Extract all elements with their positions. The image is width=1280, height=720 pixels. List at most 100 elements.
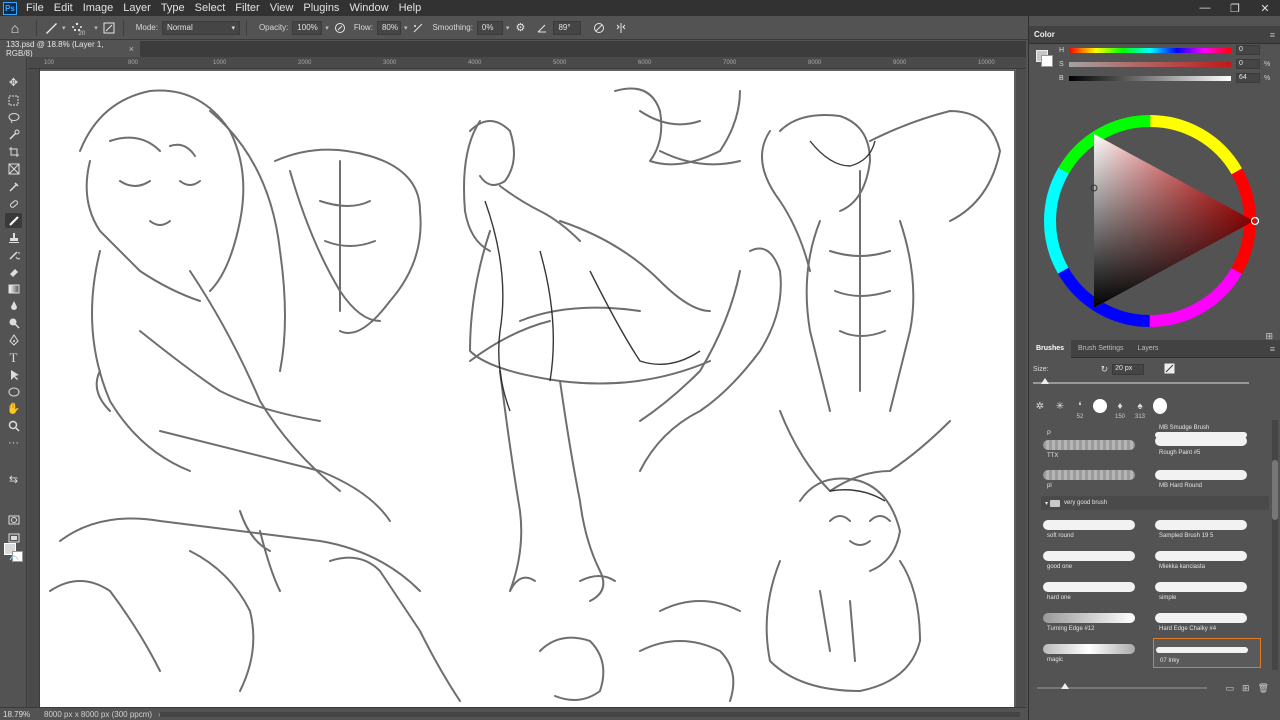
hue-value[interactable]: 0 — [1236, 45, 1260, 55]
chevron-down-icon[interactable]: ▾ — [506, 24, 510, 32]
brush-item[interactable]: TTX — [1041, 434, 1149, 464]
brush-item[interactable]: soft round — [1041, 514, 1149, 544]
chevron-down-icon[interactable]: ▾ — [62, 24, 66, 32]
brush-item[interactable]: good one — [1041, 545, 1149, 575]
saturation-slider[interactable] — [1069, 61, 1231, 67]
new-brush-icon[interactable]: ⊞ — [1242, 683, 1250, 694]
brush-item[interactable]: pl — [1041, 464, 1149, 494]
marquee-tool-icon[interactable] — [5, 93, 22, 108]
brush-item-selected[interactable]: 07 Inky — [1153, 638, 1261, 668]
type-tool-icon[interactable]: T — [5, 350, 22, 365]
size-field[interactable]: 20 px — [1112, 363, 1145, 375]
brush-tool-icon[interactable] — [43, 20, 59, 36]
home-icon[interactable]: ⌂ — [0, 20, 30, 36]
gear-icon[interactable]: ⚙ — [512, 20, 528, 36]
frame-tool-icon[interactable] — [5, 161, 22, 176]
size-slider-thumb[interactable] — [1041, 378, 1049, 384]
brush-preset-round[interactable] — [1153, 398, 1167, 414]
color-wheel[interactable] — [1039, 110, 1261, 332]
move-tool-icon[interactable]: ✥ — [5, 75, 22, 90]
menu-type[interactable]: Type — [156, 0, 190, 16]
menu-layer[interactable]: Layer — [118, 0, 156, 16]
reset-icon[interactable]: ↻ — [1101, 364, 1109, 375]
brush-preset-icon[interactable]: ✲ — [1033, 398, 1047, 414]
trash-icon[interactable]: 🗑 — [1258, 683, 1269, 694]
brush-item[interactable]: MB Hard Round — [1153, 464, 1261, 494]
ellipse-tool-icon[interactable] — [5, 384, 22, 399]
brush-group-row[interactable]: ▾ very good brush — [1041, 496, 1269, 510]
menu-window[interactable]: Window — [344, 0, 393, 16]
brush-preset-icon[interactable]: ✳ — [1053, 398, 1067, 414]
menu-filter[interactable]: Filter — [230, 0, 264, 16]
menu-file[interactable]: File — [21, 0, 49, 16]
screen-mode-icon[interactable] — [5, 530, 22, 545]
gradient-tool-icon[interactable] — [5, 281, 22, 296]
background-swatch[interactable] — [1041, 55, 1053, 67]
mode-select[interactable]: Normal ▾ — [161, 20, 240, 35]
brush-item[interactable]: Sampled Brush 19 5 — [1153, 514, 1261, 544]
quick-mask-icon[interactable] — [5, 512, 22, 527]
angle-field[interactable]: 89° — [553, 20, 582, 35]
brush-preset-icon[interactable]: ♦ 150 — [1113, 398, 1127, 421]
path-selection-tool-icon[interactable] — [5, 367, 22, 382]
brush-settings-toggle-icon[interactable] — [101, 20, 117, 36]
airbrush-icon[interactable] — [410, 20, 426, 36]
swap-colors-icon[interactable]: ⇆ — [5, 472, 22, 487]
scrollbar-thumb[interactable] — [1272, 460, 1278, 520]
horizontal-scrollbar[interactable] — [160, 712, 1020, 717]
brush-item[interactable]: hard one — [1041, 576, 1149, 606]
history-brush-tool-icon[interactable] — [5, 247, 22, 262]
menu-select[interactable]: Select — [190, 0, 231, 16]
hue-slider[interactable] — [1069, 47, 1231, 53]
lasso-tool-icon[interactable] — [5, 110, 22, 125]
close-icon[interactable]: × — [129, 44, 134, 54]
brush-item[interactable]: Hard Edge Chalky #4 — [1153, 607, 1261, 637]
panel-menu-icon[interactable]: ≡ — [1270, 344, 1275, 354]
brush-preset-icon[interactable]: ❛ 52 — [1073, 398, 1087, 421]
minimize-button[interactable]: — — [1190, 2, 1220, 15]
menu-edit[interactable]: Edit — [49, 0, 78, 16]
hand-tool-icon[interactable]: ✋ — [5, 401, 22, 416]
blur-tool-icon[interactable] — [5, 298, 22, 313]
quick-selection-tool-icon[interactable] — [5, 127, 22, 142]
preview-size-thumb[interactable] — [1061, 683, 1069, 689]
brush-item[interactable]: Rough Paint #5 — [1153, 434, 1261, 464]
symmetry-icon[interactable] — [613, 20, 629, 36]
folder-icon[interactable]: ▭ — [1226, 683, 1235, 694]
tab-brush-settings[interactable]: Brush Settings — [1071, 340, 1131, 358]
pressure-opacity-icon[interactable] — [332, 20, 348, 36]
extra-tool-icon[interactable] — [5, 548, 22, 563]
panel-menu-icon[interactable]: ≡ — [1270, 30, 1275, 40]
menu-plugins[interactable]: Plugins — [298, 0, 344, 16]
menu-view[interactable]: View — [265, 0, 299, 16]
clone-stamp-tool-icon[interactable] — [5, 230, 22, 245]
brightness-value[interactable]: 64 — [1236, 73, 1260, 83]
brush-tool-icon[interactable] — [5, 213, 22, 228]
opacity-field[interactable]: 100% — [292, 20, 323, 35]
chevron-down-icon[interactable]: ▾ — [325, 24, 329, 32]
saturation-value[interactable]: 0 — [1236, 59, 1260, 69]
menu-help[interactable]: Help — [394, 0, 427, 16]
brightness-slider[interactable] — [1069, 75, 1231, 81]
zoom-tool-icon[interactable] — [5, 418, 22, 433]
size-slider[interactable] — [1033, 382, 1249, 384]
brush-edit-icon[interactable] — [1164, 363, 1175, 376]
vertical-scrollbar[interactable] — [1016, 69, 1026, 707]
brush-item[interactable]: magic — [1041, 638, 1149, 668]
brush-preset-icon[interactable]: ♠ 313 — [1133, 398, 1147, 421]
crop-tool-icon[interactable] — [5, 144, 22, 159]
pressure-size-icon[interactable] — [591, 20, 607, 36]
maximize-button[interactable]: ❐ — [1220, 2, 1250, 15]
flow-field[interactable]: 80% — [376, 20, 401, 35]
more-tools-icon[interactable]: ··· — [5, 435, 22, 450]
smoothing-field[interactable]: 0% — [476, 20, 503, 35]
brush-list-scrollbar[interactable] — [1272, 420, 1278, 670]
zoom-level[interactable]: 18.79% — [0, 710, 36, 719]
menu-image[interactable]: Image — [78, 0, 119, 16]
chevron-down-icon[interactable]: ▾ — [94, 24, 98, 32]
eraser-tool-icon[interactable] — [5, 264, 22, 279]
pen-tool-icon[interactable] — [5, 332, 22, 347]
close-window-button[interactable]: ✕ — [1250, 2, 1280, 15]
spot-healing-tool-icon[interactable] — [5, 196, 22, 211]
eyedropper-tool-icon[interactable] — [5, 179, 22, 194]
